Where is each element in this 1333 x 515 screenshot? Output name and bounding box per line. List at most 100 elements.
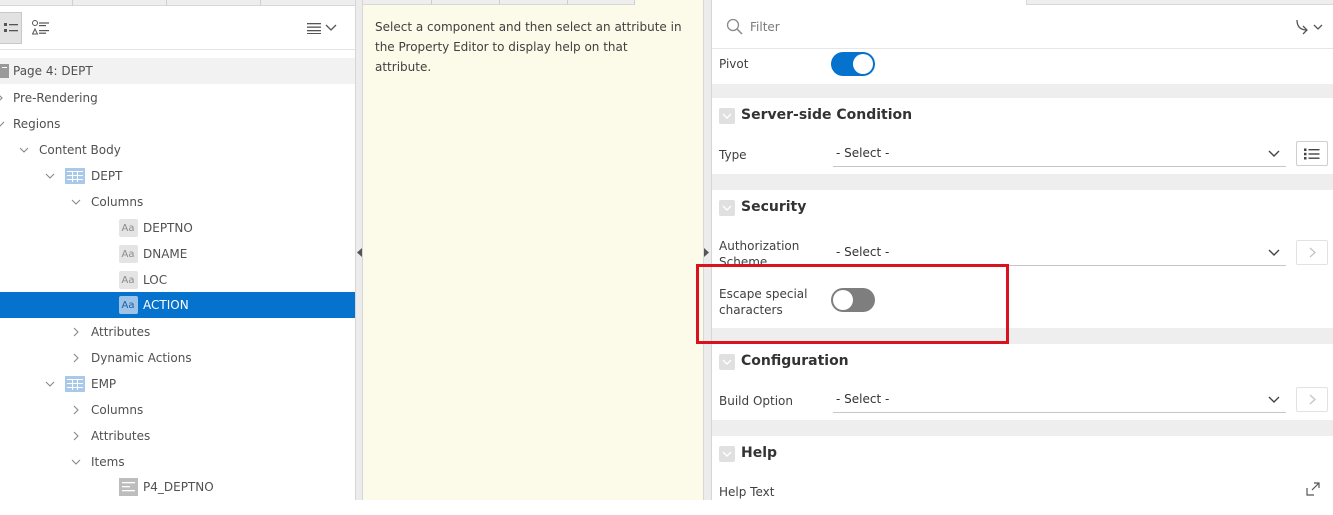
tree-node-column-deptno[interactable]: Aa DEPTNO: [0, 215, 355, 241]
pivot-property: Pivot: [712, 50, 1333, 84]
tree-node-label: Columns: [91, 195, 144, 209]
tab-divider: [634, 0, 635, 5]
highlight-annotation-box: [696, 264, 1009, 344]
tree-menu-button[interactable]: [305, 12, 339, 44]
server-side-condition-group-header[interactable]: Server-side Condition: [712, 98, 1333, 134]
page-icon: [0, 62, 9, 80]
build-option-select[interactable]: - Select -: [833, 387, 1286, 413]
tree-node-label: DEPT: [91, 169, 123, 183]
tree-node-dept-region[interactable]: DEPT: [0, 163, 355, 189]
chevron-down-icon[interactable]: [0, 119, 5, 129]
tree-node-attributes[interactable]: Attributes: [0, 423, 355, 449]
help-pane: Select a component and then select an at…: [363, 0, 703, 500]
tree-node-regions[interactable]: Regions: [0, 111, 355, 137]
text-column-icon: Aa: [118, 271, 138, 289]
collapse-left-icon[interactable]: [357, 248, 362, 257]
middle-pane-tabs: [363, 0, 635, 5]
tree-node-label: Dynamic Actions: [91, 351, 192, 365]
search-icon: [726, 18, 743, 35]
pivot-toggle[interactable]: [831, 52, 875, 76]
chevron-down-icon[interactable]: [45, 379, 55, 389]
tree-node-attributes[interactable]: Attributes: [0, 319, 355, 345]
tree-toolbar: [0, 6, 355, 50]
tab-divider: [567, 0, 568, 5]
page-title: Page 4: DEPT: [13, 64, 93, 78]
chevron-down-icon[interactable]: [71, 197, 81, 207]
collapse-right-icon[interactable]: [704, 248, 709, 257]
configuration-group-header[interactable]: Configuration: [712, 344, 1333, 380]
group-title: Help: [741, 445, 778, 461]
list-of-values-button[interactable]: [1296, 141, 1328, 166]
condition-type-select[interactable]: - Select -: [833, 141, 1286, 167]
tree-node-label: Regions: [13, 117, 61, 131]
tree-node-label: Columns: [91, 403, 144, 417]
chevron-down-icon[interactable]: [719, 446, 735, 462]
tree-node-label: ACTION: [143, 298, 189, 312]
select-value: - Select -: [836, 392, 890, 406]
tree-node-column-loc[interactable]: Aa LOC: [0, 267, 355, 293]
tree-node-items[interactable]: Items: [0, 449, 355, 475]
chevron-right-icon[interactable]: [0, 93, 5, 103]
chevron-down-icon: [1268, 396, 1280, 403]
tree-node-label: Pre-Rendering: [13, 91, 98, 105]
go-to-group-button[interactable]: [1294, 17, 1328, 37]
help-group-header[interactable]: Help: [712, 436, 1333, 472]
chevron-down-icon[interactable]: [45, 171, 55, 181]
select-value: - Select -: [836, 245, 890, 259]
select-value: - Select -: [836, 146, 890, 160]
chevron-down-icon: [325, 24, 337, 31]
type-label: Type: [719, 148, 747, 162]
expand-editor-icon[interactable]: [1306, 482, 1320, 496]
chevron-right-icon: [1309, 247, 1316, 258]
component-view-button[interactable]: [28, 12, 54, 44]
chevron-right-icon[interactable]: [71, 405, 81, 415]
tree-node-emp-region[interactable]: EMP: [0, 371, 355, 397]
tree-node-dynamic-actions[interactable]: Dynamic Actions: [0, 345, 355, 371]
chevron-down-icon: [1268, 249, 1280, 256]
go-to-build-option-button[interactable]: [1296, 387, 1328, 412]
chevron-right-icon[interactable]: [71, 431, 81, 441]
pivot-label: Pivot: [719, 57, 749, 71]
group-title: Configuration: [741, 353, 849, 369]
go-to-group-icon: [1296, 19, 1323, 35]
list-icon: [1304, 148, 1320, 159]
filter-bar: [712, 5, 1333, 49]
tree-node-column-dname[interactable]: Aa DNAME: [0, 241, 355, 267]
tree-view-button[interactable]: [0, 12, 22, 44]
tree-node-item-p4-deptno[interactable]: P4_DEPTNO: [0, 474, 355, 500]
group-title: Security: [741, 199, 807, 215]
chevron-down-icon[interactable]: [71, 457, 81, 467]
chevron-down-icon: [1268, 150, 1280, 157]
tree-node-columns[interactable]: Columns: [0, 189, 355, 215]
group-separator: [712, 84, 1333, 98]
tree-node-label: Items: [91, 455, 125, 469]
chevron-right-icon[interactable]: [71, 353, 81, 363]
tree-view-icon: [3, 23, 18, 32]
tree-node-content-body[interactable]: Content Body: [0, 137, 355, 163]
group-separator: [712, 174, 1333, 190]
tree-node-label: DNAME: [143, 247, 188, 261]
text-column-icon: Aa: [118, 245, 138, 263]
component-view-icon: [32, 20, 49, 35]
authorization-scheme-label: Authorization Scheme: [719, 239, 800, 266]
menu-lines-icon: [307, 23, 321, 34]
tree-node-column-action[interactable]: Aa ACTION: [0, 292, 355, 318]
tree-node-columns[interactable]: Columns: [0, 397, 355, 423]
chevron-right-icon[interactable]: [71, 327, 81, 337]
tree-node-label: Content Body: [39, 143, 121, 157]
interactive-grid-icon: [65, 375, 85, 393]
authorization-scheme-select[interactable]: - Select -: [833, 240, 1286, 266]
group-title: Server-side Condition: [741, 107, 913, 123]
chevron-down-icon[interactable]: [719, 200, 735, 216]
help-text-property: Help Text: [712, 472, 1333, 500]
chevron-down-icon[interactable]: [19, 145, 29, 155]
filter-input[interactable]: [748, 15, 1248, 39]
tree-node-pre-rendering[interactable]: Pre-Rendering: [0, 85, 355, 111]
text-column-icon: Aa: [118, 296, 138, 314]
chevron-down-icon[interactable]: [719, 108, 735, 124]
tree-node-page[interactable]: Page 4: DEPT: [0, 58, 355, 84]
security-group-header[interactable]: Security: [712, 190, 1333, 226]
chevron-down-icon[interactable]: [719, 354, 735, 370]
rendering-tree-pane: Page 4: DEPT Pre-Rendering Regions Conte…: [0, 0, 355, 500]
go-to-authorization-button[interactable]: [1296, 240, 1328, 265]
